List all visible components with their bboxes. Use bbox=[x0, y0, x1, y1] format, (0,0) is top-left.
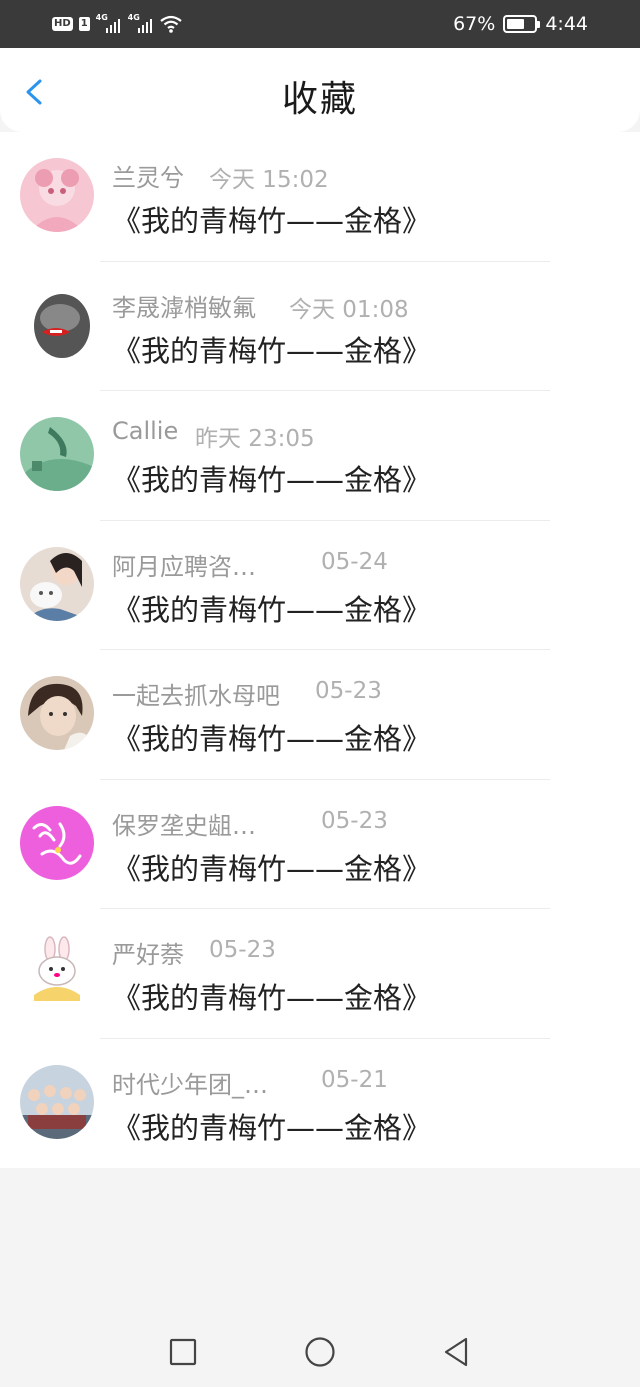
timestamp: 05-24 bbox=[321, 548, 388, 575]
home-button[interactable] bbox=[300, 1332, 340, 1372]
avatar bbox=[20, 546, 94, 621]
sender-name: 兰灵兮 bbox=[112, 164, 184, 192]
list-item[interactable]: 一起去抓水母吧 05-23 《我的青梅竹——金格》 bbox=[0, 650, 640, 780]
favorite-content: 《我的青梅竹——金格》 bbox=[112, 463, 432, 497]
status-icons-right: 67% 4:44 bbox=[453, 10, 588, 38]
favorite-content: 《我的青梅竹——金格》 bbox=[112, 981, 432, 1015]
battery-icon bbox=[503, 15, 541, 33]
timestamp: 05-23 bbox=[315, 678, 382, 704]
circle-icon bbox=[305, 1337, 335, 1367]
network-label: 4G bbox=[127, 13, 140, 22]
sender-name: 李晟滹梢敏氟 bbox=[112, 293, 256, 322]
timestamp: 05-21 bbox=[321, 1066, 388, 1093]
timestamp: 昨天 23:05 bbox=[195, 426, 315, 452]
favorite-content: 《我的青梅竹——金格》 bbox=[112, 851, 432, 886]
timestamp: 05-23 bbox=[209, 937, 276, 963]
timestamp: 05-23 bbox=[321, 807, 388, 834]
clock: 4:44 bbox=[545, 13, 588, 35]
status-icons-left: HD 1 4G 4G bbox=[52, 12, 182, 36]
favorite-content: 《我的青梅竹——金格》 bbox=[112, 1110, 432, 1145]
avatar bbox=[20, 158, 94, 232]
favorites-list: 兰灵兮 今天 15:02 《我的青梅竹——金格》 李晟滹梢敏氟 今天 01:08… bbox=[0, 132, 640, 1168]
favorite-content: 《我的青梅竹——金格》 bbox=[112, 204, 432, 238]
avatar bbox=[20, 417, 94, 491]
navigation-bar bbox=[0, 1316, 640, 1387]
battery-percent: 67% bbox=[453, 13, 496, 35]
favorite-content: 《我的青梅竹——金格》 bbox=[112, 722, 432, 756]
signal-icon: 4G bbox=[96, 14, 122, 34]
sender-name: 保罗垄史龃… bbox=[112, 811, 256, 840]
sender-name: 阿月应聘咨… bbox=[112, 552, 256, 581]
sender-name: 严好萘 bbox=[112, 941, 184, 969]
list-item[interactable]: 阿月应聘咨… 05-24 《我的青梅竹——金格》 bbox=[0, 521, 640, 650]
sim-badge: 1 bbox=[78, 17, 90, 31]
avatar bbox=[20, 805, 94, 880]
recents-button[interactable] bbox=[163, 1332, 203, 1372]
timestamp: 今天 15:02 bbox=[209, 167, 329, 193]
hd-badge: HD bbox=[52, 17, 73, 31]
avatar bbox=[20, 676, 94, 750]
list-item[interactable]: 兰灵兮 今天 15:02 《我的青梅竹——金格》 bbox=[0, 132, 640, 262]
avatar bbox=[20, 287, 94, 362]
wifi-icon bbox=[159, 15, 182, 33]
list-item[interactable]: 李晟滹梢敏氟 今天 01:08 《我的青梅竹——金格》 bbox=[0, 262, 640, 391]
header: 收藏 bbox=[0, 48, 640, 132]
signal-icon: 4G bbox=[128, 14, 154, 34]
network-label: 4G bbox=[95, 13, 108, 22]
status-bar: HD 1 4G 4G 67% 4:44 bbox=[0, 0, 640, 48]
favorite-content: 《我的青梅竹——金格》 bbox=[112, 333, 432, 368]
list-item[interactable]: 时代少年团_… 05-21 《我的青梅竹——金格》 bbox=[0, 1039, 640, 1169]
sender-name: Callie bbox=[112, 417, 179, 445]
timestamp: 今天 01:08 bbox=[289, 296, 409, 323]
sender-name: 时代少年团_… bbox=[112, 1070, 268, 1099]
triangle-back-icon bbox=[444, 1337, 468, 1367]
list-item[interactable]: Callie 昨天 23:05 《我的青梅竹——金格》 bbox=[0, 391, 640, 521]
list-item[interactable]: 严好萘 05-23 《我的青梅竹——金格》 bbox=[0, 909, 640, 1039]
avatar bbox=[20, 1064, 94, 1139]
list-item[interactable]: 保罗垄史龃… 05-23 《我的青梅竹——金格》 bbox=[0, 780, 640, 909]
nav-back-button[interactable] bbox=[436, 1332, 476, 1372]
sender-name: 一起去抓水母吧 bbox=[112, 682, 280, 710]
avatar bbox=[20, 935, 94, 1009]
page-title: 收藏 bbox=[281, 79, 358, 120]
square-icon bbox=[169, 1338, 197, 1366]
favorite-content: 《我的青梅竹——金格》 bbox=[112, 592, 432, 627]
